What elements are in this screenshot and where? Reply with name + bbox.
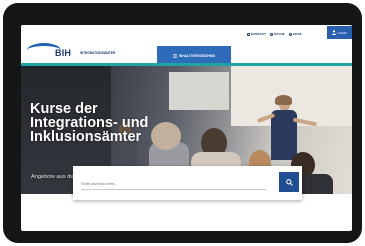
hero-title-line-1: Kurse der [30,101,98,117]
login-button[interactable]: LOGIN [327,26,352,39]
login-label: LOGIN [337,30,347,35]
help-link[interactable]: HILFE [288,32,302,36]
search-link-label: SUCHE [273,32,285,36]
hero-title-line-3: Inklusionsämter [30,129,142,145]
search-icon [269,32,273,36]
tablet-frame: BIH INTEGRATIONSÄMTER KONTAKT SUCHE HILF… [3,3,362,243]
site-header: BIH INTEGRATIONSÄMTER KONTAKT SUCHE HILF… [21,25,352,66]
envelope-icon [247,32,250,36]
search-input[interactable] [81,177,266,190]
hamburger-icon [172,54,177,58]
contact-link[interactable]: KONTAKT [247,32,266,36]
top-links: KONTAKT SUCHE HILFE [247,31,302,37]
help-icon [288,32,292,36]
magnifier-icon [285,178,293,186]
search-link[interactable]: SUCHE [269,32,285,36]
help-link-label: HILFE [292,32,302,36]
contact-link-label: KONTAKT [251,32,266,36]
tablet-screen: BIH INTEGRATIONSÄMTER KONTAKT SUCHE HILF… [21,25,352,231]
search-button[interactable] [279,172,299,192]
user-icon [332,30,337,35]
hero-title-line-2: Integrations- und [30,115,149,131]
menu-label: INHALTSVERZEICHNIS [178,54,216,58]
logo-text: BIH [55,48,72,58]
logo-subtitle: INTEGRATIONSÄMTER [80,51,116,55]
search-panel [73,166,302,200]
